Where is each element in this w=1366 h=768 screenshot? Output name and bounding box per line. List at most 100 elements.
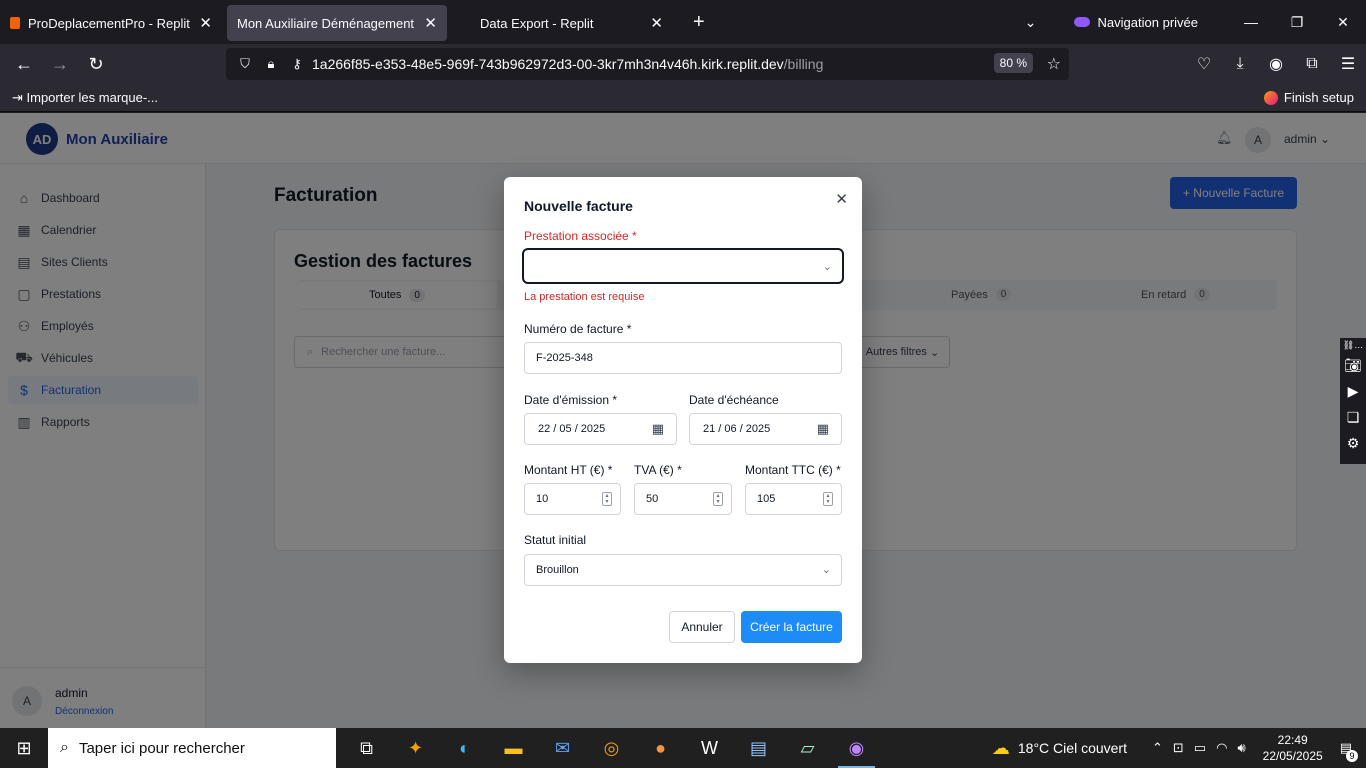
tab-data-export[interactable]: Data Export - Replit ✕ <box>453 5 673 41</box>
floating-capture-toolbar: ⛓… 📷︎ ▶ ❏ ⚙ <box>1340 338 1366 464</box>
calendar-icon[interactable]: ▦ <box>652 421 664 437</box>
url-bar[interactable]: ⛉ 🔒︎ ⚷ 1a266f85-e353-48e5-969f-743b96297… <box>226 48 1069 80</box>
import-bookmarks-link[interactable]: ⇥ Importer les marque-... <box>12 90 158 106</box>
task-view-icon[interactable]: ⧉ <box>342 728 391 768</box>
windows-start-icon[interactable]: ⊞ <box>0 738 48 759</box>
wifi-icon[interactable]: ◠ <box>1216 740 1227 756</box>
reload-icon[interactable]: ↻ <box>78 54 114 75</box>
amount-ttc-input[interactable]: 105 ▴ ▾ <box>745 483 842 515</box>
prestation-error: La prestation est requise <box>524 291 645 303</box>
meet-now-icon[interactable]: ⊡ <box>1173 740 1184 756</box>
tva-input[interactable]: 50 ▴ ▾ <box>634 483 732 515</box>
url-host: 1a266f85-e353-48e5-969f-743b962972d3-00-… <box>312 56 784 72</box>
private-mask-icon <box>1073 17 1090 27</box>
firefox-private-icon[interactable]: ◉ <box>832 728 881 768</box>
app-w-icon[interactable]: W <box>685 728 734 768</box>
notes-app-icon[interactable]: ▱ <box>783 728 832 768</box>
taskbar-search-input[interactable]: ⌕ Taper ici pour rechercher <box>48 728 336 768</box>
lock-icon[interactable]: 🔒︎ <box>260 56 282 72</box>
status-value: Brouillon <box>536 564 579 576</box>
maximize-icon[interactable]: ❐ <box>1274 14 1320 31</box>
tab-title: ProDeplacementPro - Replit <box>28 15 190 31</box>
camera-icon[interactable]: 📷︎ <box>1344 352 1362 378</box>
due-date-value: 21 / 06 / 2025 <box>703 423 771 435</box>
amount-ht-label: Montant HT (€) * <box>524 463 613 477</box>
windows-taskbar: ⊞ ⌕ Taper ici pour rechercher ⧉ ✦ ◐ ▬ ✉ … <box>0 728 1366 768</box>
close-icon[interactable]: ✕ <box>835 190 848 208</box>
close-tab-icon[interactable]: ✕ <box>424 14 437 32</box>
download-icon[interactable]: ⤓ <box>1222 55 1258 73</box>
invoice-number-label: Numéro de facture * <box>524 322 632 336</box>
file-explorer-icon[interactable]: ▬ <box>489 728 538 768</box>
weather-text: 18°C Ciel couvert <box>1017 740 1127 756</box>
weather-widget[interactable]: ☁ 18°C Ciel couvert <box>992 738 1127 759</box>
volume-icon[interactable]: 🔊︎ <box>1237 740 1245 756</box>
cancel-button[interactable]: Annuler <box>669 611 735 643</box>
due-date-input[interactable]: 21 / 06 / 2025 ▦ <box>689 413 842 445</box>
stepper-arrows-icon[interactable]: ▴ ▾ <box>823 492 833 506</box>
stepper-arrows-icon[interactable]: ▴ ▾ <box>713 492 723 506</box>
close-tab-icon[interactable]: ✕ <box>650 14 663 32</box>
copilot-icon[interactable]: ✦ <box>391 728 440 768</box>
zoom-level[interactable]: 80 % <box>993 53 1033 73</box>
edge-icon[interactable]: ◐ <box>440 728 489 768</box>
gear-icon[interactable]: ⚙ <box>1347 430 1360 456</box>
pocket-icon[interactable]: ♡ <box>1186 54 1222 74</box>
firefox-icon <box>1263 90 1278 105</box>
prestation-select[interactable]: ⌄ <box>522 248 844 284</box>
invoice-number-input[interactable]: F-2025-348 <box>524 342 842 374</box>
issue-date-label: Date d'émission * <box>524 393 617 407</box>
vpn-icon[interactable]: ◎ <box>587 728 636 768</box>
close-tab-icon[interactable]: ✕ <box>199 14 212 32</box>
key-icon[interactable]: ⚷ <box>286 56 308 72</box>
bookmark-star-icon[interactable]: ☆ <box>1047 54 1061 74</box>
chevron-up-icon[interactable]: ⌃ <box>1152 740 1163 756</box>
video-icon[interactable]: ▶ <box>1348 378 1359 404</box>
document-app-icon[interactable]: ▤ <box>734 728 783 768</box>
url-path: /billing <box>783 56 824 72</box>
list-tabs-chevron-icon[interactable]: ⌄ <box>1008 14 1054 31</box>
mail-icon[interactable]: ✉ <box>538 728 587 768</box>
issue-date-input[interactable]: 22 / 05 / 2025 ▦ <box>524 413 677 445</box>
status-label: Statut initial <box>524 533 587 547</box>
finish-setup-label: Finish setup <box>1283 90 1354 105</box>
tva-value: 50 <box>646 493 659 505</box>
tab-mon-auxiliaire[interactable]: Mon Auxiliaire Déménagement ✕ <box>227 5 447 41</box>
account-icon[interactable]: ◉ <box>1258 54 1294 74</box>
menu-icon[interactable]: ☰ <box>1330 54 1366 74</box>
windows-icon[interactable]: ❏ <box>1347 404 1360 430</box>
due-date-label: Date d'échéance <box>689 393 779 407</box>
extensions-icon[interactable]: ⧉ <box>1294 55 1330 73</box>
status-select[interactable]: Brouillon ⌄ <box>524 554 842 586</box>
clock[interactable]: 22:49 22/05/2025 <box>1263 732 1323 764</box>
battery-icon[interactable]: ▭ <box>1194 740 1206 756</box>
chevron-down-icon: ⌄ <box>821 564 831 576</box>
chevron-down-icon: ⌄ <box>822 261 832 273</box>
forward-arrow-icon[interactable]: → <box>42 54 78 75</box>
amount-ht-input[interactable]: 10 ▴ ▾ <box>524 483 621 515</box>
dialog-title: Nouvelle facture <box>524 198 633 214</box>
minimize-icon[interactable]: — <box>1228 14 1274 30</box>
finish-setup-link[interactable]: Finish setup <box>1263 90 1354 105</box>
shield-icon[interactable]: ⛉ <box>234 56 256 72</box>
clock-time: 22:49 <box>1277 733 1308 747</box>
amount-ttc-label: Montant TTC (€) * <box>745 463 841 477</box>
tab-prodeplacementpro[interactable]: ProDeplacementPro - Replit ✕ <box>0 5 222 41</box>
firefox-icon[interactable]: ● <box>636 728 685 768</box>
link-icon[interactable]: ⛓… <box>1343 338 1363 352</box>
taskbar-apps: ⧉ ✦ ◐ ▬ ✉ ◎ ● W ▤ ▱ ◉ <box>342 728 881 768</box>
new-tab-icon[interactable]: + <box>693 11 705 34</box>
amount-ttc-value: 105 <box>757 493 776 505</box>
close-window-icon[interactable]: ✕ <box>1320 14 1366 31</box>
cloudy-weather-icon: ☁ <box>991 737 1010 758</box>
browser-tab-bar: ProDeplacementPro - Replit ✕ Mon Auxilia… <box>0 0 1366 44</box>
stepper-arrows-icon[interactable]: ▴ ▾ <box>602 492 612 506</box>
amount-ht-value: 10 <box>536 493 549 505</box>
bookmarks-bar: ⇥ Importer les marque-... Finish setup <box>0 84 1366 112</box>
calendar-icon[interactable]: ▦ <box>817 421 829 437</box>
system-tray: ☁ 18°C Ciel couvert ⌃ ⊡ ▭ ◠ 🔊︎ 22:49 22/… <box>992 728 1366 768</box>
back-arrow-icon[interactable]: ← <box>6 54 42 75</box>
private-label: Navigation privée <box>1097 14 1198 30</box>
notifications-icon[interactable]: ▤ 9 <box>1340 740 1358 762</box>
create-invoice-button[interactable]: Créer la facture <box>741 611 842 643</box>
